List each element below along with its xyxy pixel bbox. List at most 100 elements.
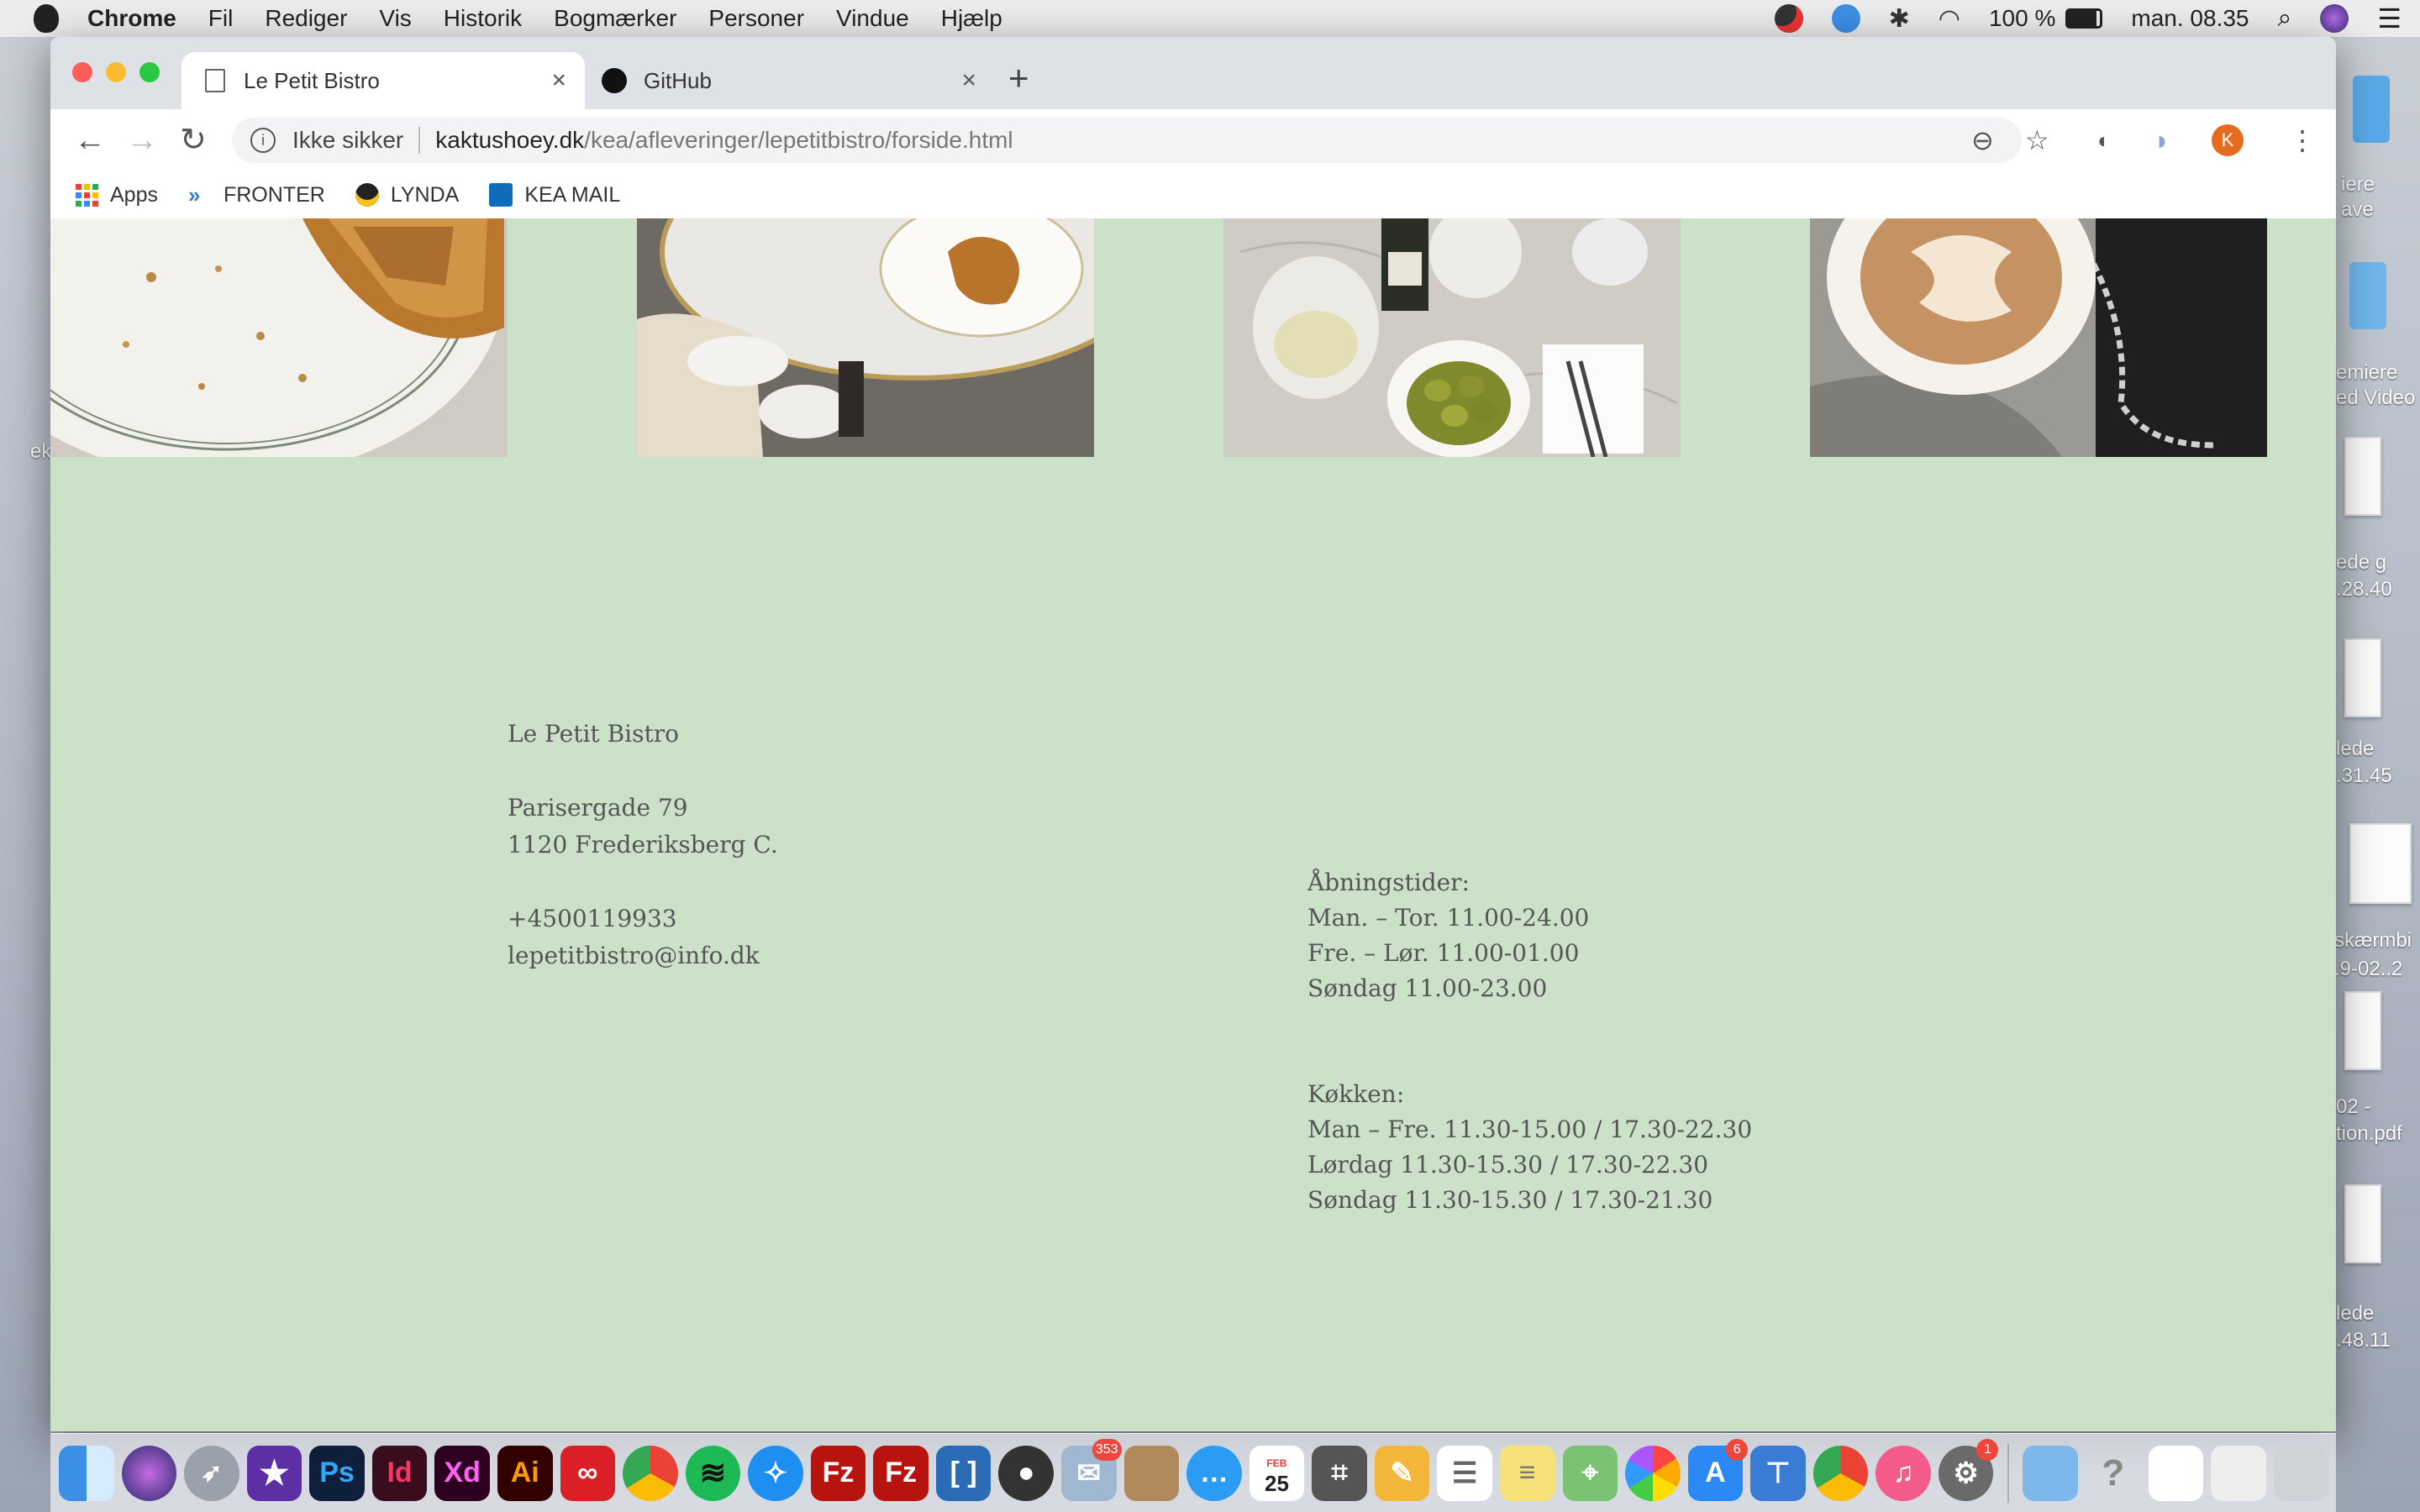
menu-historik[interactable]: Historik xyxy=(444,5,522,32)
launchpad-icon[interactable]: ➶ xyxy=(184,1445,239,1501)
calculator-icon[interactable]: ⌗ xyxy=(1312,1445,1367,1501)
tab-github[interactable]: GitHub × xyxy=(585,52,1022,109)
security-label[interactable]: Ikke sikker xyxy=(292,127,403,154)
divider xyxy=(418,127,421,154)
reload-icon[interactable]: ↻ xyxy=(180,121,207,160)
zoom-icon[interactable]: ⊖ xyxy=(1971,126,1994,155)
reminders-icon[interactable]: ☰ xyxy=(1437,1445,1492,1501)
chrome-icon[interactable] xyxy=(623,1445,678,1501)
creative-cloud-status-icon[interactable] xyxy=(1774,4,1803,33)
forward-arrow-icon[interactable]: → xyxy=(126,121,158,160)
battery-icon[interactable] xyxy=(2065,8,2103,29)
kitchen-hours: Køkken: Man – Fre. 11.30-15.00 / 17.30-2… xyxy=(1307,1077,1752,1218)
croissant-plate-image xyxy=(50,218,508,457)
pages-icon[interactable]: ✎ xyxy=(1374,1445,1430,1501)
address-bar[interactable]: i Ikke sikker kaktushoey.dk/kea/afleveri… xyxy=(232,118,2022,163)
document-stack-icon[interactable] xyxy=(2211,1445,2266,1501)
minimize-window-button[interactable] xyxy=(106,62,126,82)
back-arrow-icon[interactable]: ← xyxy=(74,121,106,160)
brackets-icon[interactable]: [ ] xyxy=(935,1445,992,1501)
tab-le-petit-bistro[interactable]: Le Petit Bistro × xyxy=(182,52,585,109)
desktop-screenshot-icon[interactable] xyxy=(2349,823,2412,904)
toolbar: ← → ↻ i Ikke sikker kaktushoey.dk/kea/af… xyxy=(50,109,2336,171)
desktop-file-icon[interactable] xyxy=(2344,638,2381,717)
filezilla-icon[interactable]: Fz xyxy=(873,1445,929,1501)
info-icon[interactable]: i xyxy=(250,128,276,153)
creative-cloud-icon[interactable]: ∞ xyxy=(560,1445,616,1501)
settings-badge: 1 xyxy=(1976,1438,1999,1461)
desktop-file-icon[interactable] xyxy=(2344,437,2381,516)
preview-file-icon[interactable] xyxy=(2148,1445,2204,1501)
tab-close-icon[interactable]: × xyxy=(551,66,566,95)
menu-rediger[interactable]: Rediger xyxy=(265,5,347,32)
system-preferences-icon[interactable]: ⚙ 1 xyxy=(1938,1438,1999,1501)
extension-icon[interactable]: ◑ xyxy=(2151,126,2167,155)
photoshop-icon[interactable]: Ps xyxy=(309,1445,365,1501)
wine-olives-image xyxy=(1223,218,1681,457)
desktop-folder-icon[interactable] xyxy=(2349,262,2386,329)
obs-icon[interactable]: ● xyxy=(998,1445,1054,1501)
photos-icon[interactable] xyxy=(1625,1445,1681,1501)
finder-icon[interactable] xyxy=(59,1445,114,1501)
notes-icon[interactable]: ≡ xyxy=(1499,1445,1555,1501)
battery-percent: 100 % xyxy=(1988,5,2056,31)
bluetooth-icon[interactable]: ✱ xyxy=(1889,4,1910,34)
desktop-label: ed Video xyxy=(2336,386,2416,409)
mail-icon[interactable]: ✉ 353 xyxy=(1061,1438,1122,1501)
opening-hours-line: Søndag 11.00-23.00 xyxy=(1307,974,1548,1002)
restaurant-name: Le Petit Bistro xyxy=(508,720,679,748)
browser-window: Le Petit Bistro × GitHub × + ← → ↻ i Ikk… xyxy=(50,37,2336,1431)
maps-icon[interactable]: ⌖ xyxy=(1562,1445,1618,1501)
spotlight-search-icon[interactable]: ⌕ xyxy=(2278,4,2292,33)
menu-vindue[interactable]: Vindue xyxy=(836,5,909,32)
downloads-folder-icon[interactable] xyxy=(2023,1445,2078,1501)
siri-dock-icon[interactable] xyxy=(121,1445,177,1501)
close-window-button[interactable] xyxy=(72,62,92,82)
url-path[interactable]: /kea/afleveringer/lepetitbistro/forside.… xyxy=(584,127,1013,154)
zoom-window-button[interactable] xyxy=(139,62,160,82)
keynote-icon[interactable]: ⊤ xyxy=(1750,1445,1806,1501)
indesign-icon[interactable]: Id xyxy=(371,1445,428,1501)
siri-icon[interactable] xyxy=(2320,4,2349,33)
desktop-file-icon[interactable] xyxy=(2344,991,2381,1070)
menu-bogmaerker[interactable]: Bogmærker xyxy=(554,5,676,32)
sync-status-icon[interactable] xyxy=(1831,4,1860,33)
menu-hjaelp[interactable]: Hjælp xyxy=(941,5,1002,32)
notification-center-icon[interactable]: ☰ xyxy=(2377,3,2402,34)
bookmark-kea-mail[interactable]: KEA MAIL xyxy=(489,183,620,207)
menu-personer[interactable]: Personer xyxy=(708,5,804,32)
menu-fil[interactable]: Fil xyxy=(208,5,234,32)
menu-app-name[interactable]: Chrome xyxy=(87,5,176,32)
messages-icon[interactable]: … xyxy=(1186,1445,1242,1501)
wifi-icon[interactable]: ◠ xyxy=(1939,4,1960,34)
bookmark-fronter[interactable]: » FRONTER xyxy=(188,183,325,207)
clock[interactable]: man. 08.35 xyxy=(2131,5,2249,32)
tab-close-icon[interactable]: × xyxy=(961,66,976,95)
desktop-file-icon[interactable] xyxy=(2344,1184,2381,1263)
extension-icon[interactable]: ◐ xyxy=(2097,126,2111,155)
calendar-icon[interactable]: FEB 25 xyxy=(1249,1445,1305,1501)
contacts-icon[interactable] xyxy=(1123,1445,1180,1501)
imovie-icon[interactable]: ★ xyxy=(246,1445,302,1501)
xd-icon[interactable]: Xd xyxy=(434,1445,490,1501)
spotify-icon[interactable]: ≋ xyxy=(685,1445,741,1501)
bookmark-apps[interactable]: Apps xyxy=(50,183,158,207)
filezilla-icon[interactable]: Fz xyxy=(810,1445,866,1501)
apple-menu-icon[interactable] xyxy=(34,4,59,33)
trash-icon[interactable] xyxy=(2273,1445,2329,1501)
itunes-icon[interactable]: ♫ xyxy=(1876,1445,1931,1501)
app-store-icon[interactable]: A6 xyxy=(1687,1438,1749,1501)
menu-vis[interactable]: Vis xyxy=(379,5,411,32)
menu-bar: Chrome Fil Rediger Vis Historik Bogmærke… xyxy=(0,0,2420,38)
profile-avatar[interactable]: K xyxy=(2212,124,2244,156)
desktop-folder-icon[interactable] xyxy=(2353,76,2390,143)
bookmark-lynda[interactable]: LYNDA xyxy=(355,183,459,207)
illustrator-icon[interactable]: Ai xyxy=(497,1445,553,1501)
chrome-icon[interactable] xyxy=(1812,1445,1869,1501)
safari-icon[interactable]: ✧ xyxy=(748,1445,803,1501)
url-host[interactable]: kaktushoey.dk xyxy=(435,127,584,154)
bookmark-star-icon[interactable]: ☆ xyxy=(2025,126,2049,155)
more-menu-icon[interactable]: ⋮ xyxy=(2289,126,2316,155)
new-tab-button[interactable]: + xyxy=(1008,60,1029,96)
help-icon[interactable]: ? xyxy=(2086,1446,2141,1501)
